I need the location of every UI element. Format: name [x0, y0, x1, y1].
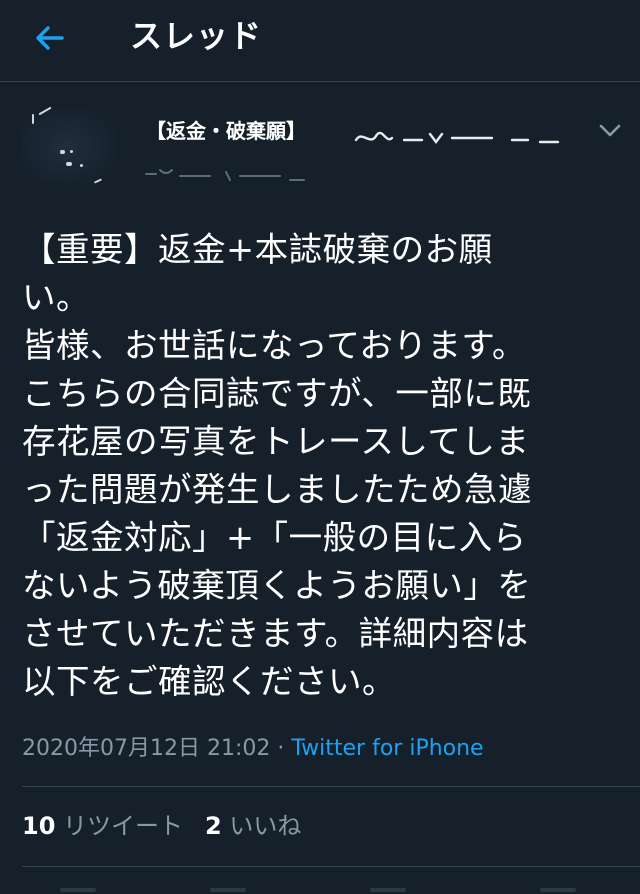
author-display-name[interactable]: 【返金・破棄願】	[146, 116, 306, 146]
tweet-stats: 10 リツイート 2 いいね	[22, 810, 301, 842]
divider	[22, 786, 640, 787]
retweets-count: 10	[22, 812, 56, 840]
arrow-left-icon[interactable]	[32, 20, 68, 56]
top-bar: スレッド	[0, 0, 640, 82]
retweets-label: リツイート	[63, 812, 184, 840]
likes-stat[interactable]: 2 いいね	[205, 812, 301, 840]
chevron-down-icon[interactable]	[596, 120, 624, 142]
redacted-handle	[145, 169, 305, 181]
likes-label: いいね	[229, 812, 302, 840]
retweets-stat[interactable]: 10 リツイート	[22, 812, 183, 840]
like-icon[interactable]	[370, 888, 406, 892]
tweet-timestamp[interactable]: 2020年07月12日 21:02	[22, 736, 270, 761]
tweet-author	[0, 100, 640, 196]
redacted-name	[354, 131, 560, 144]
tweet-meta: 2020年07月12日 21:02 · Twitter for iPhone	[22, 734, 484, 764]
share-icon[interactable]	[540, 888, 576, 892]
action-bar-partial	[0, 880, 640, 894]
retweet-icon[interactable]	[210, 888, 246, 892]
page-title: スレッド	[130, 17, 263, 55]
reply-icon[interactable]	[60, 888, 96, 892]
divider	[22, 866, 640, 867]
meta-separator: ·	[270, 736, 292, 761]
tweet-source-link[interactable]: Twitter for iPhone	[291, 736, 483, 761]
tweet-text: 【重要】返金+本誌破棄のお願 い。 皆様、お世話になっております。 こちらの合同…	[22, 230, 532, 701]
likes-count: 2	[205, 812, 222, 840]
